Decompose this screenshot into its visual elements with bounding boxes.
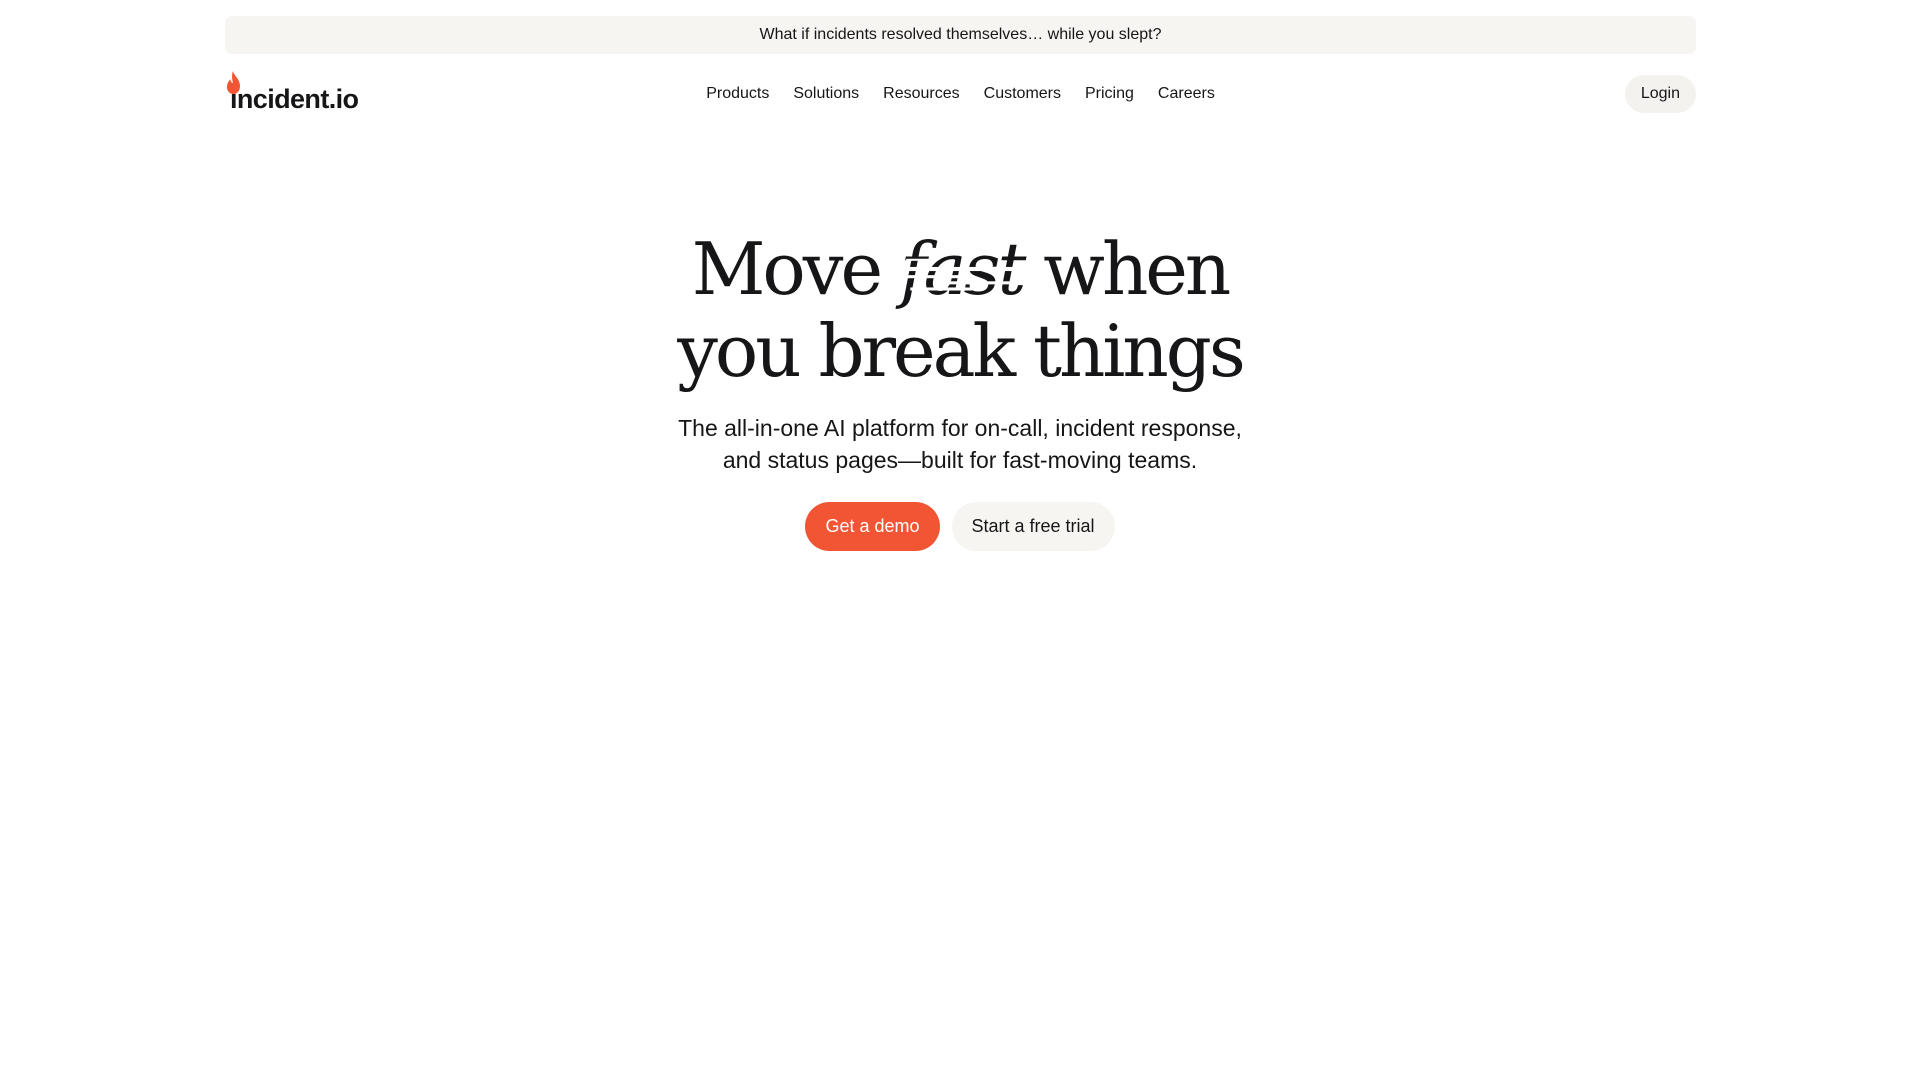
hero-section: Move fast when you break things The all-… xyxy=(0,228,1920,551)
nav-item-products[interactable]: Products xyxy=(694,79,781,109)
hero-title-part2: when xyxy=(1023,227,1231,311)
announcement-banner[interactable]: What if incidents resolved themselves… w… xyxy=(225,16,1696,54)
login-button[interactable]: Login xyxy=(1624,75,1696,113)
main-nav: Products Solutions Resources Customers P… xyxy=(225,70,1696,118)
hero-subtitle-line1: The all-in-one AI platform for on-call, … xyxy=(678,415,1242,441)
free-trial-button[interactable]: Start a free trial xyxy=(951,502,1115,551)
page: What if incidents resolved themselves… w… xyxy=(0,0,1920,1080)
announcement-text: What if incidents resolved themselves… w… xyxy=(759,26,1162,43)
hero-title: Move fast when you break things xyxy=(0,228,1920,392)
hero-title-line2: you break things xyxy=(677,309,1246,393)
hero-title-part1: Move xyxy=(691,227,900,311)
logo-link[interactable]: incident.io xyxy=(225,70,359,118)
site-header: incident.io Products Solutions Resources… xyxy=(225,70,1696,118)
get-demo-button[interactable]: Get a demo xyxy=(805,502,940,551)
nav-item-careers[interactable]: Careers xyxy=(1146,79,1227,109)
nav-item-customers[interactable]: Customers xyxy=(972,79,1073,109)
logo-wordmark: incident.io xyxy=(230,83,359,114)
cta-row: Get a demo Start a free trial xyxy=(0,502,1920,551)
hero-subtitle-line2: and status pages—built for fast-moving t… xyxy=(722,447,1198,473)
flame-icon xyxy=(227,71,240,94)
hero-title-emphasis: fast xyxy=(899,227,1026,311)
hero-subtitle: The all-in-one AI platform for on-call, … xyxy=(0,412,1920,476)
nav-item-solutions[interactable]: Solutions xyxy=(781,79,871,109)
nav-item-pricing[interactable]: Pricing xyxy=(1073,79,1146,109)
hero-title-emphasis-text: fast xyxy=(899,227,1026,311)
nav-item-resources[interactable]: Resources xyxy=(871,79,971,109)
